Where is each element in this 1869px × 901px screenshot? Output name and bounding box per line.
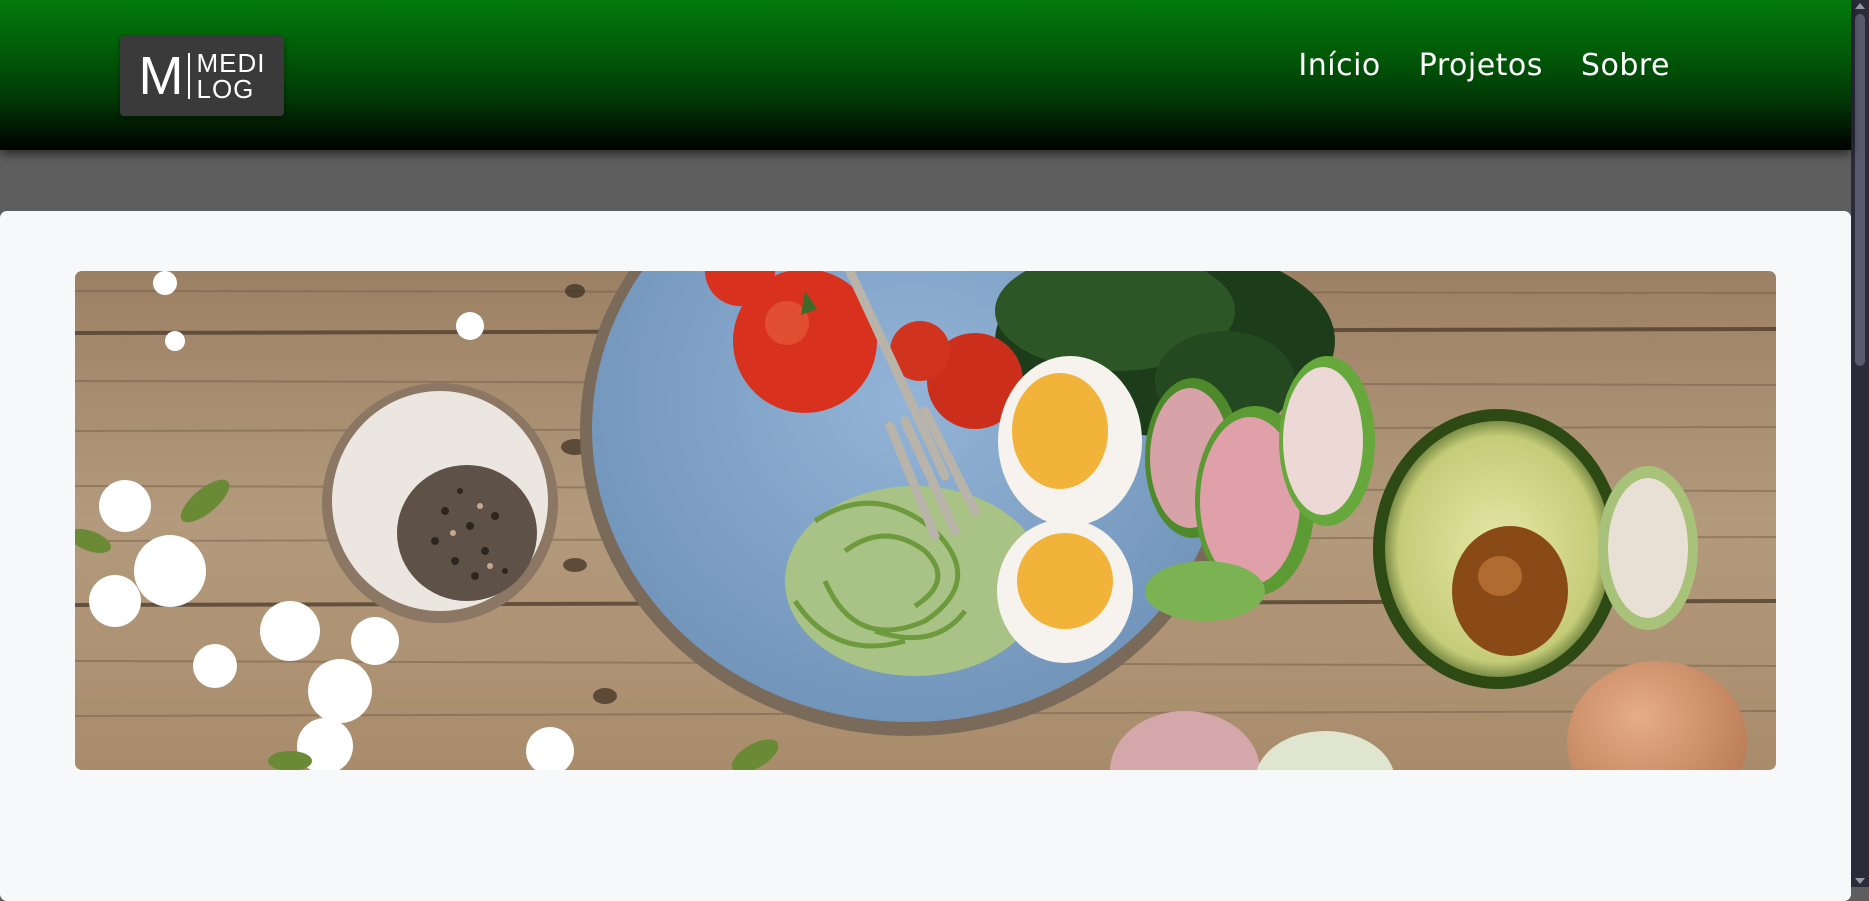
logo-wordmark: MEDI LOG	[196, 50, 265, 102]
scroll-up-arrow-icon[interactable]	[1855, 3, 1865, 9]
main-content-card	[0, 211, 1851, 901]
main-nav: Início Projetos Sobre	[1298, 48, 1670, 83]
logo-word-line2: LOG	[196, 74, 255, 104]
nav-link-inicio[interactable]: Início	[1298, 48, 1380, 83]
logo-letter: M	[138, 46, 184, 106]
logo-divider	[188, 53, 191, 99]
scrollbar-thumb[interactable]	[1855, 14, 1865, 366]
nav-link-sobre[interactable]: Sobre	[1581, 48, 1670, 83]
page-scrollbar[interactable]	[1851, 0, 1869, 887]
hero-food-image	[75, 271, 1776, 770]
medilog-logo[interactable]: M MEDI LOG	[120, 36, 284, 116]
logo-word-line1: MEDI	[196, 48, 266, 78]
hero-food-illustration	[75, 271, 1776, 770]
scroll-down-arrow-icon[interactable]	[1855, 878, 1865, 884]
nav-link-projetos[interactable]: Projetos	[1419, 48, 1543, 83]
site-header: M MEDI LOG Início Projetos Sobre	[0, 0, 1851, 150]
